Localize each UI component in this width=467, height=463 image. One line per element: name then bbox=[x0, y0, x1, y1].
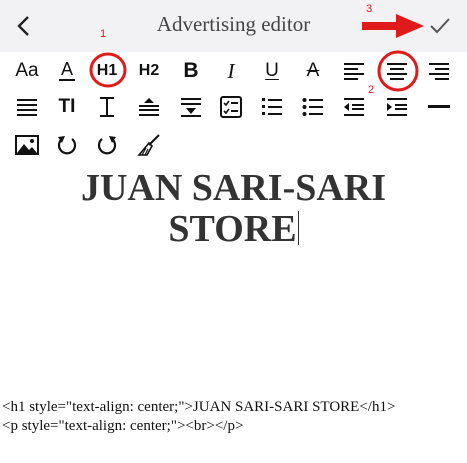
align-justify-icon bbox=[17, 99, 37, 116]
annotation-arrow-icon bbox=[362, 14, 424, 38]
formatting-toolbar: Aa A H1 1 H2 B I U A 2 TI bbox=[0, 28, 467, 162]
align-right-icon bbox=[429, 63, 449, 80]
bold-icon: B bbox=[183, 59, 199, 82]
font-color-icon: A bbox=[59, 59, 75, 81]
image-icon bbox=[15, 135, 39, 155]
line-height-button[interactable] bbox=[90, 90, 124, 124]
text-height-icon: TI bbox=[58, 96, 76, 117]
font-size-button[interactable]: Aa bbox=[10, 54, 44, 88]
vertical-align-middle-button[interactable] bbox=[132, 90, 166, 124]
strikethrough-icon: A bbox=[306, 60, 320, 81]
outdent-icon bbox=[344, 98, 364, 116]
undo-button[interactable] bbox=[50, 128, 84, 162]
redo-button[interactable] bbox=[90, 128, 124, 162]
horizontal-rule-button[interactable] bbox=[422, 90, 456, 124]
text-caret bbox=[297, 211, 299, 245]
checklist-button[interactable] bbox=[214, 90, 248, 124]
numbered-list-icon bbox=[262, 98, 282, 115]
clear-format-button[interactable] bbox=[132, 128, 166, 162]
source-line: <h1 style="text-align: center;">JUAN SAR… bbox=[2, 399, 396, 415]
outdent-button[interactable] bbox=[337, 90, 371, 124]
heading2-button[interactable]: H2 bbox=[132, 54, 166, 88]
editor-area[interactable]: JUAN SARI-SARI STORE bbox=[0, 168, 467, 368]
checklist-icon bbox=[220, 96, 242, 118]
horizontal-rule-icon bbox=[428, 105, 450, 108]
confirm-button[interactable] bbox=[424, 10, 456, 42]
bullet-list-button[interactable] bbox=[296, 90, 330, 124]
vertical-align-bottom-button[interactable] bbox=[174, 90, 208, 124]
vertical-align-bottom-icon bbox=[181, 98, 201, 117]
check-icon bbox=[430, 18, 450, 34]
html-source-preview: <h1 style="text-align: center;">JUAN SAR… bbox=[2, 398, 464, 436]
brush-icon bbox=[137, 134, 160, 156]
annotation-circle-2 bbox=[377, 50, 419, 92]
underline-button[interactable]: U bbox=[255, 54, 289, 88]
annotation-number-1: 1 bbox=[100, 28, 107, 40]
align-left-button[interactable] bbox=[337, 54, 371, 88]
line-height-icon bbox=[100, 97, 114, 117]
font-color-button[interactable]: A bbox=[50, 54, 84, 88]
annotation-circle-1 bbox=[89, 52, 127, 88]
bullet-list-icon bbox=[302, 98, 323, 116]
editor-heading: JUAN SARI-SARI STORE bbox=[0, 168, 467, 250]
undo-icon bbox=[57, 136, 77, 155]
header-bar: Advertising editor 3 bbox=[0, 0, 467, 52]
font-size-icon: Aa bbox=[15, 60, 39, 81]
strikethrough-button[interactable]: A bbox=[296, 54, 330, 88]
text-height-button[interactable]: TI bbox=[50, 90, 84, 124]
redo-icon bbox=[97, 136, 117, 155]
numbered-list-button[interactable] bbox=[255, 90, 289, 124]
align-right-button[interactable] bbox=[422, 54, 456, 88]
align-left-icon bbox=[344, 63, 364, 80]
italic-icon: I bbox=[227, 58, 235, 83]
underline-icon: U bbox=[265, 60, 279, 81]
heading-text: JUAN SARI-SARI STORE bbox=[80, 167, 387, 250]
indent-button[interactable] bbox=[380, 90, 414, 124]
italic-button[interactable]: I bbox=[214, 54, 248, 88]
indent-icon bbox=[387, 98, 407, 116]
source-line: <p style="text-align: center;"><br></p> bbox=[2, 418, 244, 434]
bold-button[interactable]: B bbox=[174, 54, 208, 88]
vertical-align-middle-icon bbox=[139, 98, 159, 116]
justify-button[interactable] bbox=[10, 90, 44, 124]
heading2-icon: H2 bbox=[138, 62, 160, 79]
insert-image-button[interactable] bbox=[10, 128, 44, 162]
